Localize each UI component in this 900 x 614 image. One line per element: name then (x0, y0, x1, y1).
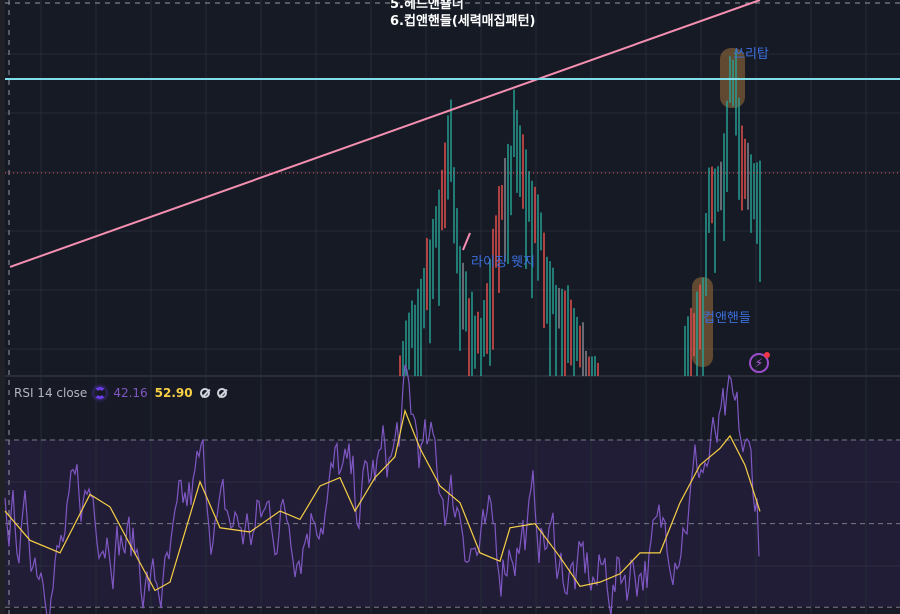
hidden-value-icon (216, 388, 227, 398)
rsi-legend[interactable]: RSI 14 close 42.16 52.90 (14, 386, 227, 400)
rsi-title: RSI 14 close (14, 386, 88, 400)
cup-handle-label[interactable]: 컵앤핸들 (703, 307, 751, 326)
notification-dot (764, 352, 770, 358)
rsi-value: 42.16 (113, 386, 148, 400)
rising-wedge-label[interactable]: 라이징 웻지 (471, 251, 535, 270)
rising-trendline (9, 0, 761, 268)
triple-top-label[interactable]: 쓰리탑 (733, 43, 769, 62)
note-line-5: 5.헤드앤숄더 (390, 0, 464, 12)
hidden-value-icon (199, 388, 210, 398)
sync-icon[interactable] (94, 387, 107, 399)
rsi-ma-value: 52.90 (154, 386, 193, 400)
wedge-drawing (462, 232, 471, 251)
chart-root[interactable]: 5.헤드앤숄더 6.컵앤핸들(세력매집패턴) 쓰리탑 라이징 웻지 컵앤핸들 ⚡… (0, 0, 900, 614)
note-line-6: 6.컵앤핸들(세력매집패턴) (390, 14, 536, 29)
price-and-rsi-chart[interactable] (0, 0, 900, 614)
